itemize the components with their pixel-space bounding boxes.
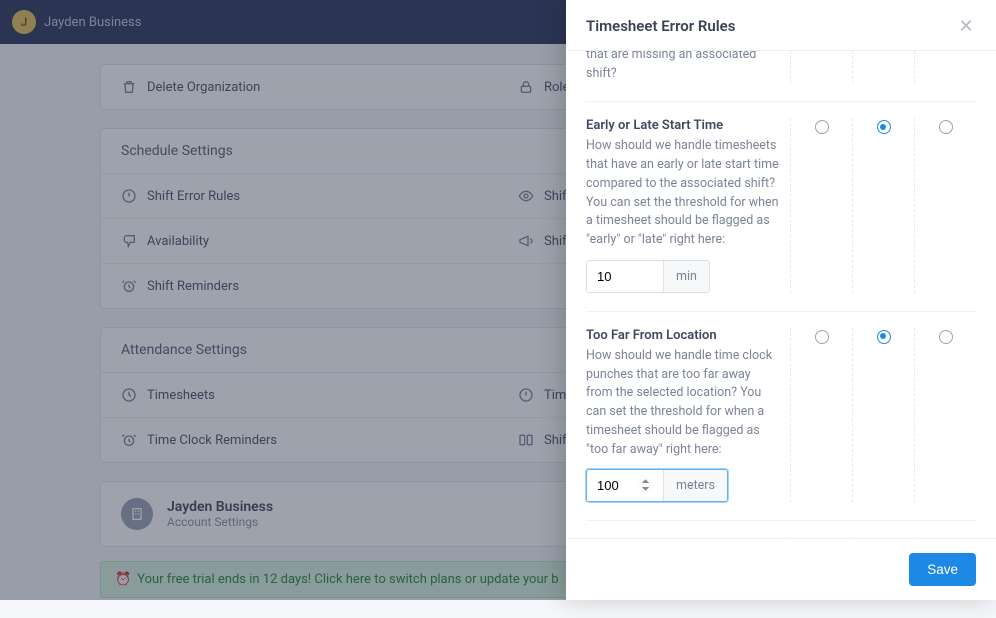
close-button[interactable]: ✕ [956, 16, 976, 36]
rule-early-late: Early or Late Start Time How should we h… [586, 102, 976, 312]
rule-overtime: Overtime How should we handle timesheets… [586, 521, 976, 538]
rule-no-shift: How should we handle timesheets that are… [586, 51, 976, 102]
input-unit: meters [663, 470, 727, 501]
threshold-input-group: min [586, 260, 710, 293]
rule-description: How should we handle timesheets that are… [586, 51, 780, 83]
rule-radio-option-1[interactable] [815, 330, 829, 344]
threshold-input-group: meters [586, 469, 728, 502]
rule-description: How should we handle time clock punches … [586, 347, 780, 460]
rule-radio-option-2[interactable] [877, 120, 891, 134]
rule-radio-option-2[interactable] [877, 330, 891, 344]
close-icon: ✕ [958, 16, 973, 37]
early-late-threshold-input[interactable] [587, 261, 663, 292]
side-panel: Timesheet Error Rules ✕ How should we ha… [566, 0, 996, 600]
rule-radio-option-1[interactable] [815, 120, 829, 134]
rule-radio-option-3[interactable] [939, 120, 953, 134]
rule-too-far: Too Far From Location How should we hand… [586, 312, 976, 522]
panel-title: Timesheet Error Rules [586, 17, 735, 35]
input-unit: min [663, 261, 709, 292]
rule-title: Early or Late Start Time [586, 118, 780, 133]
save-button[interactable]: Save [909, 553, 976, 586]
rule-description: How should we handle timesheets that hav… [586, 137, 780, 250]
rule-title: Too Far From Location [586, 328, 780, 343]
panel-body[interactable]: How should we handle timesheets that are… [566, 51, 996, 538]
too-far-threshold-input[interactable] [587, 470, 663, 501]
rule-radio-option-3[interactable] [939, 330, 953, 344]
